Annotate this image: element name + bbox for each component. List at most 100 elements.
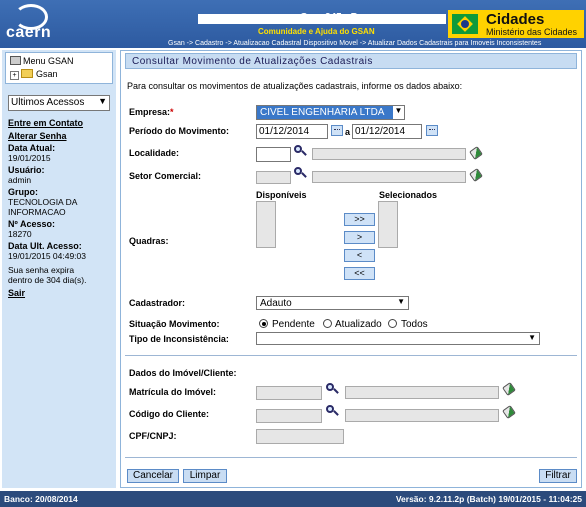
periodo-inicio-field[interactable]: 01/12/2014 (256, 124, 328, 139)
chevron-down-icon: ▼ (397, 297, 405, 306)
search-icon[interactable] (326, 383, 339, 395)
localidade-name-field (312, 148, 466, 160)
divider (125, 457, 577, 458)
search-icon[interactable] (326, 405, 339, 417)
codigo-desc-field (345, 409, 499, 422)
limpar-button[interactable]: Limpar (183, 469, 227, 483)
calendar-icon[interactable] (331, 125, 343, 136)
tipo-label: Tipo de Inconsistência: (129, 334, 229, 344)
grupo-label: Grupo: (8, 187, 38, 197)
cadastrador-select[interactable]: Adauto ▼ (256, 296, 409, 310)
required-marker: * (170, 107, 174, 117)
add-button[interactable]: > (344, 231, 375, 244)
ministry-subtitle: Ministério das Cidades (486, 27, 578, 37)
menu-gsan[interactable]: Menu GSAN (10, 56, 74, 66)
cpf-label: CPF/CNPJ: (129, 431, 177, 441)
dados-label: Dados do Imóvel/Cliente: (129, 368, 237, 378)
breadcrumb: Gsan -> Cadastro -> Atualizacao Cadastra… (168, 40, 542, 47)
menu-item-label: Gsan (36, 69, 58, 79)
eraser-icon[interactable] (469, 168, 483, 182)
brazil-flag-icon (452, 14, 478, 34)
tipo-select[interactable]: ▼ (256, 332, 540, 345)
user-info: Entre em Contato Alterar Senha Data Atua… (8, 118, 112, 318)
entre-contato-link[interactable]: Entre em Contato (8, 118, 112, 128)
sair-link[interactable]: Sair (8, 288, 112, 298)
acesso-value: 18270 (8, 229, 32, 239)
selecionados-list[interactable] (378, 201, 398, 248)
setor-name-field (312, 171, 466, 183)
radio-pendente[interactable] (259, 319, 268, 328)
usuario-value: admin (8, 175, 32, 185)
filtrar-button[interactable]: Filtrar (539, 469, 577, 483)
radio-todos[interactable] (388, 319, 397, 328)
codigo-label: Código do Cliente: (129, 409, 209, 419)
chevron-down-icon: ▼ (393, 106, 404, 119)
quadras-label: Quadras: (129, 236, 169, 246)
chevron-down-icon: ▼ (98, 96, 107, 106)
eraser-icon[interactable] (502, 405, 516, 419)
main-panel: Consultar Movimento de Atualizações Cada… (120, 50, 582, 488)
header: caern Gsan245 - Base: Comunidade e Ajuda… (0, 0, 586, 48)
data-atual-label: Data Atual: (8, 143, 56, 153)
search-icon[interactable] (294, 167, 307, 179)
remove-all-button[interactable]: << (344, 267, 375, 280)
expand-icon[interactable]: + (10, 71, 19, 80)
setor-label: Setor Comercial: (129, 171, 202, 181)
ult-acesso-label: Data Ult. Acesso: (8, 241, 82, 251)
cancelar-button[interactable]: Cancelar (127, 469, 179, 483)
localidade-label: Localidade: (129, 148, 180, 158)
community-link[interactable]: Comunidade e Ajuda do GSAN (258, 27, 375, 36)
system-title: Gsan245 - Base: (300, 12, 378, 23)
ultimos-acessos-select[interactable]: Ultimos Acessos ▼ (8, 95, 110, 111)
disponiveis-list[interactable] (256, 201, 276, 248)
menu-tree: Menu GSAN + Gsan (5, 52, 113, 84)
usuario-label: Usuário: (8, 165, 45, 175)
banco-date: Banco: 20/08/2014 (4, 494, 78, 504)
radio-atualizado[interactable] (323, 319, 332, 328)
matricula-field (256, 386, 322, 400)
data-atual-value: 19/01/2015 (8, 153, 51, 163)
eraser-icon[interactable] (502, 382, 516, 396)
empresa-label: Empresa:* (129, 107, 174, 117)
instructions: Para consultar os movimentos de atualiza… (127, 81, 463, 91)
periodo-fim-field[interactable]: 01/12/2014 (352, 124, 422, 139)
divider (125, 355, 577, 356)
periodo-a-label: a (345, 127, 351, 137)
menu-item-gsan[interactable]: + Gsan (10, 69, 58, 80)
empresa-label-text: Empresa: (129, 107, 171, 117)
add-all-button[interactable]: >> (344, 213, 375, 226)
remove-button[interactable]: < (344, 249, 375, 262)
ultimos-acessos-value: Ultimos Acessos (11, 97, 85, 108)
disponiveis-label: Disponíveis (256, 190, 307, 200)
computer-icon (10, 56, 21, 65)
empresa-select[interactable]: CIVEL ENGENHARIA LTDA ▼ (256, 105, 405, 120)
periodo-label: Período do Movimento: (129, 126, 229, 136)
matricula-desc-field (345, 386, 499, 399)
logo-text: caern (6, 24, 52, 41)
sidebar: Menu GSAN + Gsan Ultimos Acessos ▼ Entre e… (2, 50, 116, 488)
search-icon[interactable] (294, 145, 307, 157)
menu-title: Menu GSAN (23, 56, 74, 66)
senha-msg-2: dentro de 304 dia(s). (8, 275, 87, 285)
senha-msg-1: Sua senha expira (8, 265, 75, 275)
version-info: Versão: 9.2.11.2p (Batch) 19/01/2015 - 1… (395, 494, 582, 504)
grupo-value-2: INFORMACAO (8, 207, 66, 217)
radio-todos-label: Todos (401, 319, 428, 330)
grupo-value-1: TECNOLOGIA DA (8, 197, 78, 207)
calendar-icon[interactable] (426, 125, 438, 136)
ult-acesso-value: 19/01/2015 04:49:03 (8, 251, 86, 261)
matricula-label: Matrícula do Imóvel: (129, 387, 217, 397)
localidade-code-field[interactable] (256, 147, 291, 162)
empresa-value: CIVEL ENGENHARIA LTDA (260, 107, 385, 118)
setor-code-field (256, 171, 291, 184)
cpf-field (256, 429, 344, 444)
eraser-icon[interactable] (469, 146, 483, 160)
folder-icon (21, 69, 33, 78)
page-title: Consultar Movimento de Atualizações Cada… (125, 53, 577, 69)
acesso-label: Nº Acesso: (8, 219, 55, 229)
radio-atualizado-label: Atualizado (335, 319, 382, 330)
alterar-senha-link[interactable]: Alterar Senha (8, 131, 112, 141)
cadastrador-value: Adauto (260, 298, 292, 309)
caern-logo[interactable]: caern (4, 4, 60, 44)
radio-pendente-label: Pendente (272, 319, 315, 330)
